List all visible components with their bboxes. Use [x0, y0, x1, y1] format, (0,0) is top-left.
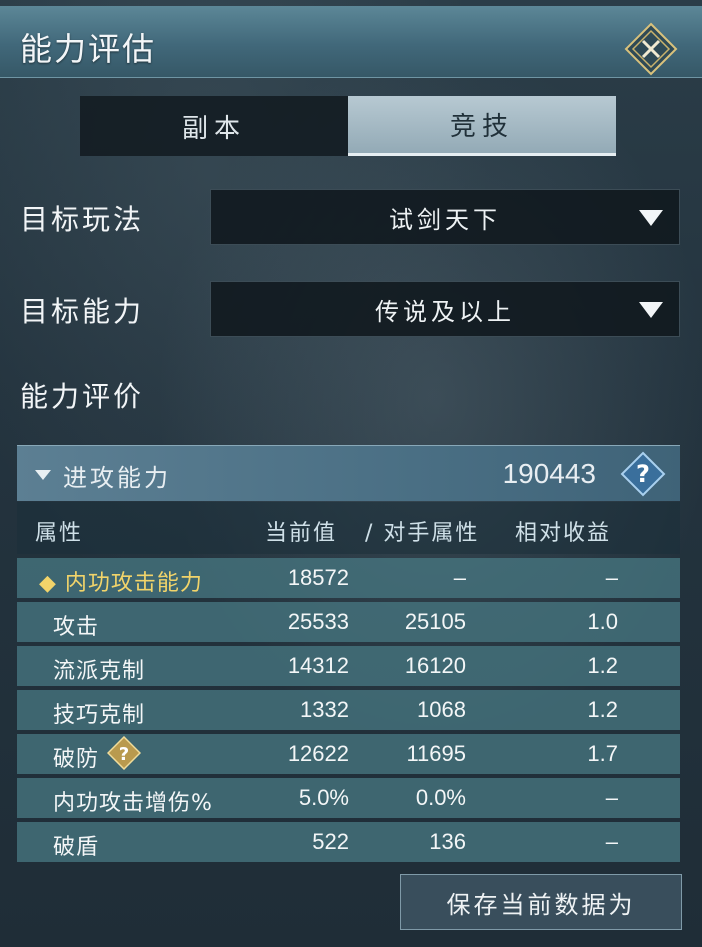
attr-gain: 1.2	[587, 697, 618, 722]
target-mode-dropdown[interactable]: 试剑天下	[210, 189, 680, 245]
attr-opponent: 136	[429, 829, 466, 854]
break-defense-help-button[interactable]: ?	[106, 735, 142, 771]
svg-text:?: ?	[119, 744, 129, 765]
question-icon: ?	[620, 451, 666, 497]
svg-text:?: ?	[636, 460, 650, 488]
window-title: 能力评估	[20, 30, 157, 68]
table-row[interactable]: 破防 ? 12622 11695 1.7	[17, 734, 680, 774]
attr-opponent: 25105	[404, 609, 466, 634]
table-row[interactable]: 内功攻击增伤% 5.0% 0.0% –	[17, 778, 680, 818]
attr-current: 14312	[287, 653, 349, 678]
save-data-button[interactable]: 保存当前数据为	[400, 874, 682, 930]
attr-name: 流派克制	[53, 659, 146, 684]
attr-gain: 1.0	[587, 609, 618, 634]
tab-arena[interactable]: 竞技	[348, 96, 616, 156]
attr-current: 522	[312, 829, 349, 854]
section-score: 190443	[502, 458, 596, 489]
header-current: 当前值	[265, 521, 338, 546]
tab-bar: 副本 竞技	[80, 96, 616, 156]
table-row[interactable]: 技巧克制 1332 1068 1.2	[17, 690, 680, 730]
title-bar: 能力评估	[0, 6, 702, 78]
attr-current: 12622	[287, 741, 349, 766]
table-row[interactable]: 破盾 522 136 –	[17, 822, 680, 862]
attribute-table: 属性 当前值 / 对手属性 相对收益 ◆ 内功攻击能力 18572 – – 攻击…	[17, 502, 680, 866]
close-button[interactable]	[624, 22, 678, 76]
table-row[interactable]: 攻击 25533 25105 1.0	[17, 602, 680, 642]
collapse-triangle-icon	[35, 470, 51, 480]
offense-section-header[interactable]: 进攻能力 190443 ?	[17, 445, 680, 501]
attr-current: 5.0%	[298, 785, 349, 810]
attr-gain: –	[605, 785, 618, 810]
question-icon: ?	[106, 735, 142, 771]
attr-gain: –	[605, 565, 618, 590]
target-ability-dropdown[interactable]: 传说及以上	[210, 281, 680, 337]
attr-opponent: 16120	[404, 653, 466, 678]
tab-dungeon[interactable]: 副本	[80, 96, 348, 156]
attr-current: 25533	[287, 609, 349, 634]
attr-opponent: 1068	[417, 697, 466, 722]
header-gain: 相对收益	[515, 521, 612, 546]
attr-gain: 1.7	[587, 741, 618, 766]
attr-opponent: –	[453, 565, 466, 590]
attr-name: 破防	[53, 747, 100, 772]
dropdown-arrow-icon	[639, 302, 663, 318]
attr-current: 1332	[300, 697, 349, 722]
attr-name: 破盾	[53, 835, 100, 860]
attr-name: ◆ 内功攻击能力	[39, 571, 203, 596]
attr-name: 内功攻击增伤%	[53, 791, 213, 816]
close-icon	[624, 22, 678, 76]
evaluation-label: 能力评价	[20, 380, 145, 413]
table-row[interactable]: 流派克制 14312 16120 1.2	[17, 646, 680, 686]
target-ability-label: 目标能力	[20, 295, 145, 328]
table-row[interactable]: ◆ 内功攻击能力 18572 – –	[17, 558, 680, 598]
attr-name: 攻击	[53, 615, 100, 640]
ability-evaluation-panel: 能力评估 副本 竞技 目标玩法 试剑天下 目标能力 传说及以上 能力评价 进攻能…	[0, 0, 702, 947]
header-attribute: 属性	[35, 521, 84, 546]
dropdown-arrow-icon	[639, 210, 663, 226]
attr-gain: 1.2	[587, 653, 618, 678]
target-ability-value: 传说及以上	[375, 297, 515, 326]
attr-gain: –	[605, 829, 618, 854]
target-mode-value: 试剑天下	[389, 205, 501, 234]
header-opponent: / 对手属性	[365, 521, 480, 546]
section-title: 进攻能力	[63, 464, 171, 492]
attr-opponent: 11695	[406, 741, 466, 766]
target-mode-label: 目标玩法	[20, 203, 145, 236]
attr-current: 18572	[287, 565, 349, 590]
table-header: 属性 当前值 / 对手属性 相对收益	[17, 502, 680, 554]
attr-name: 技巧克制	[53, 703, 146, 728]
help-button[interactable]: ?	[620, 451, 666, 497]
attr-opponent: 0.0%	[415, 785, 466, 810]
